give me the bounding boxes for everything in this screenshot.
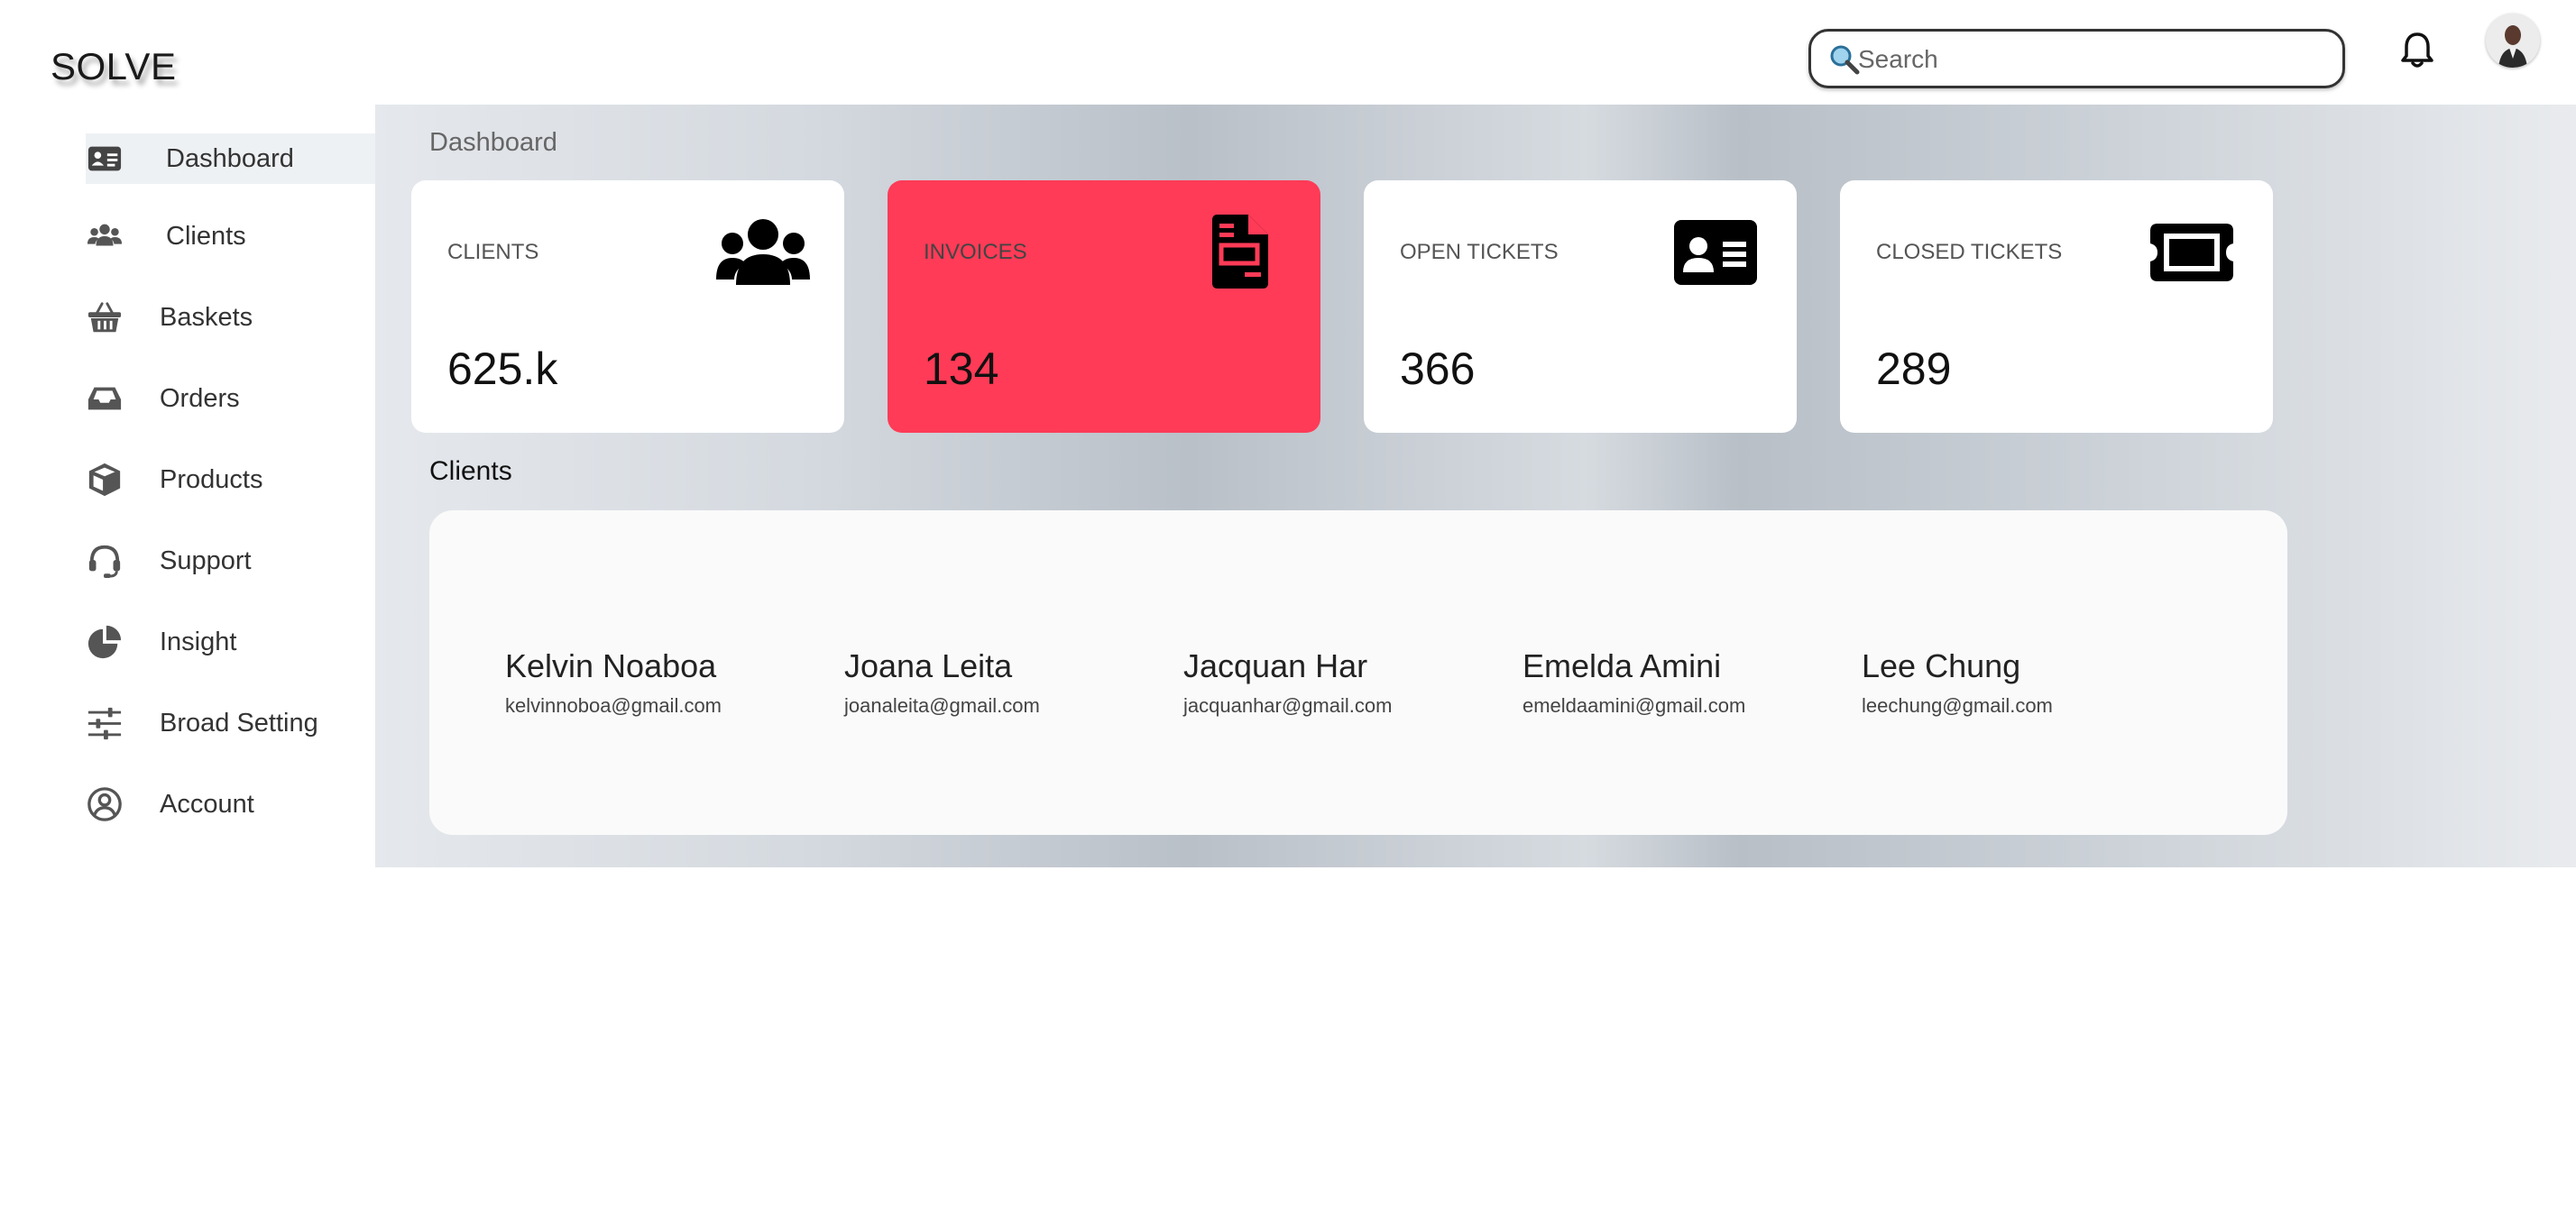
client-item[interactable]: Kelvin Noaboa kelvinnoboa@gmail.com	[505, 647, 722, 718]
client-name: Joana Leita	[844, 647, 1013, 684]
avatar[interactable]	[2486, 14, 2540, 68]
sidebar-item-dashboard[interactable]: Dashboard	[86, 133, 375, 184]
sidebar-item-label: Products	[160, 464, 263, 494]
sidebar-item-support[interactable]: Support	[86, 536, 375, 586]
stat-card-label: OPEN TICKETS	[1400, 240, 1559, 264]
invoice-icon	[1212, 215, 1268, 289]
sidebar-item-orders[interactable]: Orders	[86, 373, 375, 424]
stat-card-value: 625.k	[447, 344, 558, 394]
sidebar-item-label: Insight	[160, 627, 237, 656]
client-item[interactable]: Lee Chung leechung@gmail.com	[1862, 647, 2053, 718]
sidebar-item-label: Support	[160, 545, 252, 575]
section-title-clients: Clients	[429, 456, 512, 486]
sidebar-item-label: Dashboard	[166, 143, 294, 173]
search-icon	[1830, 45, 1860, 75]
stat-card-value: 134	[924, 344, 999, 394]
sidebar-item-insight[interactable]: Insight	[86, 617, 375, 667]
client-item[interactable]: Emelda Amini emeldaamini@gmail.com	[1523, 647, 1745, 718]
stat-card-label: CLOSED TICKETS	[1876, 240, 2063, 264]
app-logo[interactable]: SOLVE	[51, 45, 176, 88]
client-email: jacquanhar@gmail.com	[1183, 694, 1393, 717]
sliders-icon	[86, 704, 124, 742]
sidebar-item-label: Account	[160, 789, 254, 819]
id-card-icon	[1674, 220, 1757, 285]
id-card-icon	[86, 140, 124, 178]
sidebar-item-account[interactable]: Account	[86, 779, 375, 829]
stat-card-closed-tickets[interactable]: CLOSED TICKETS 289	[1840, 180, 2273, 433]
client-email: joanaleita@gmail.com	[844, 694, 1040, 717]
sidebar-item-products[interactable]: Products	[86, 454, 375, 505]
client-name: Emelda Amini	[1523, 647, 1722, 684]
stat-card-label: CLIENTS	[447, 240, 539, 264]
sidebar-item-clients[interactable]: Clients	[86, 211, 375, 261]
avatar-image	[2486, 14, 2540, 68]
sidebar-item-label: Broad Setting	[160, 708, 318, 738]
bell-icon[interactable]	[2399, 31, 2435, 70]
headset-icon	[86, 542, 124, 580]
stat-card-clients[interactable]: CLIENTS 625.k	[411, 180, 844, 433]
sidebar-item-broad-setting[interactable]: Broad Setting	[86, 698, 375, 748]
sidebar-item-label: Baskets	[160, 302, 253, 332]
page-title: Dashboard	[429, 128, 557, 157]
client-email: emeldaamini@gmail.com	[1523, 694, 1746, 717]
client-name: Kelvin Noaboa	[505, 647, 717, 684]
client-name: Lee Chung	[1862, 647, 2021, 684]
main-content: Dashboard CLIENTS 625.k INVOICES 134 OPE…	[375, 105, 2576, 867]
box-icon	[86, 461, 124, 499]
client-email: kelvinnoboa@gmail.com	[505, 694, 722, 717]
stat-card-value: 289	[1876, 344, 1952, 394]
sidebar-item-baskets[interactable]: Baskets	[86, 292, 375, 343]
stat-card-value: 366	[1400, 344, 1476, 394]
search-box[interactable]	[1808, 29, 2345, 88]
client-email: leechung@gmail.com	[1862, 694, 2053, 717]
client-item[interactable]: Joana Leita joanaleita@gmail.com	[844, 647, 1040, 718]
sidebar: Dashboard Clients Baskets Orders Product…	[0, 105, 375, 871]
sidebar-item-label: Clients	[166, 221, 246, 251]
users-icon	[716, 219, 810, 285]
stat-card-label: INVOICES	[924, 240, 1027, 264]
sidebar-item-label: Orders	[160, 383, 240, 413]
stat-card-open-tickets[interactable]: OPEN TICKETS 366	[1364, 180, 1797, 433]
basket-icon	[86, 298, 124, 336]
ticket-icon	[2150, 224, 2233, 281]
inbox-icon	[86, 380, 124, 417]
user-circle-icon	[86, 785, 124, 823]
pie-chart-icon	[86, 623, 124, 661]
clients-panel: Kelvin Noaboa kelvinnoboa@gmail.com Joan…	[429, 510, 2287, 835]
stat-card-invoices[interactable]: INVOICES 134	[888, 180, 1320, 433]
client-item[interactable]: Jacquan Har jacquanhar@gmail.com	[1183, 647, 1392, 718]
client-name: Jacquan Har	[1183, 647, 1368, 684]
search-input[interactable]	[1856, 39, 2329, 80]
users-icon	[86, 217, 124, 255]
